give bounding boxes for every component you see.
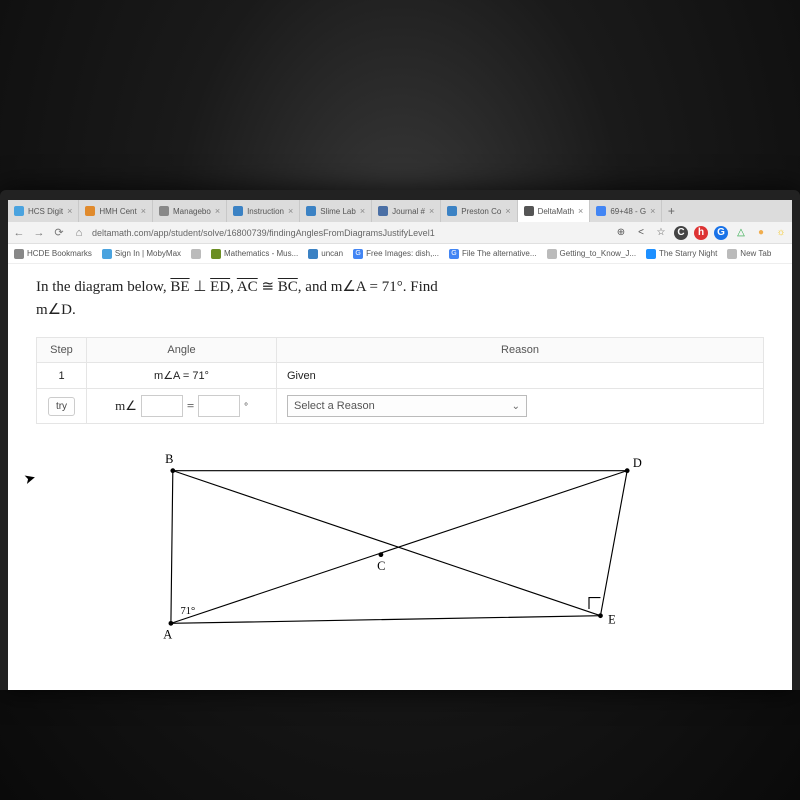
reason-select[interactable]: Select a Reason ⌄ [287, 395, 527, 417]
ext-sun-icon[interactable]: ☼ [774, 226, 788, 240]
close-icon[interactable]: × [429, 206, 434, 216]
tab-label: HMH Cent [99, 207, 136, 216]
browser-tabstrip: HCS Digit × HMH Cent × Managebo × Instructi… [8, 200, 792, 222]
angle-cell: m∠A = 71° [87, 363, 277, 389]
home-icon[interactable]: ⌂ [72, 227, 86, 239]
chevron-down-icon: ⌄ [512, 401, 520, 412]
table-row: 1 m∠A = 71° Given [37, 363, 764, 389]
bookmarks-bar: HCDE Bookmarks Sign In | MobyMax Mathema… [8, 244, 792, 264]
ext-triangle-icon[interactable]: △ [734, 226, 748, 240]
bookmark-file-alt[interactable]: GFile The alternative... [449, 249, 537, 259]
bookmark-uncan[interactable]: uncan [308, 249, 343, 259]
proof-table: Step Angle Reason 1 m∠A = 71° Given try [36, 337, 764, 424]
url-text[interactable]: deltamath.com/app/student/solve/16800739… [92, 228, 608, 238]
bookmark-mobymax[interactable]: Sign In | MobyMax [102, 249, 181, 259]
reload-icon[interactable]: ⟳ [52, 226, 66, 239]
tab-google-calc[interactable]: 69+48 - G × [590, 200, 662, 222]
ext-g-icon[interactable]: G [714, 226, 728, 240]
close-icon[interactable]: × [360, 206, 365, 216]
tab-journal[interactable]: Journal # × [372, 200, 441, 222]
bookmark-hcde[interactable]: HCDE Bookmarks [14, 249, 92, 259]
bookmark-free-images[interactable]: GFree Images: dish,... [353, 249, 439, 259]
bookmark-getting-to-know[interactable]: Getting_to_Know_J... [547, 249, 637, 259]
label-c: C [377, 559, 385, 573]
label-a: A [163, 628, 172, 642]
ext-c-icon[interactable]: C [674, 226, 688, 240]
back-icon[interactable]: ← [12, 227, 26, 239]
tab-label: 69+48 - G [610, 207, 646, 216]
reason-placeholder: Select a Reason [294, 400, 375, 412]
reason-cell: Given [277, 363, 764, 389]
new-tab-button[interactable]: + [662, 204, 680, 218]
ext-dot-icon[interactable]: ● [754, 226, 768, 240]
header-step: Step [37, 338, 87, 363]
tab-slime[interactable]: Slime Lab × [300, 200, 372, 222]
tab-deltamath[interactable]: DeltaMath × [518, 200, 591, 222]
try-button[interactable]: try [48, 397, 75, 416]
search-icon[interactable]: ⊕ [614, 226, 628, 240]
bookmark-blank[interactable] [191, 249, 201, 259]
ext-h-icon[interactable]: h [694, 226, 708, 240]
tab-label: HCS Digit [28, 207, 63, 216]
close-icon[interactable]: × [650, 206, 655, 216]
address-actions: ⊕ < ☆ C h G △ ● ☼ [614, 226, 788, 240]
label-e: E [608, 612, 616, 626]
tab-label: DeltaMath [538, 207, 574, 216]
bookmark-new-tab[interactable]: New Tab [727, 249, 771, 259]
tab-label: Slime Lab [320, 207, 356, 216]
close-icon[interactable]: × [578, 206, 583, 216]
forward-icon[interactable]: → [32, 227, 46, 239]
tab-preston[interactable]: Preston Co × [441, 200, 517, 222]
tab-label: Journal # [392, 207, 425, 216]
share-icon[interactable]: < [634, 226, 648, 240]
tab-hcs[interactable]: HCS Digit × [8, 200, 79, 222]
star-icon[interactable]: ☆ [654, 226, 668, 240]
angle-input-group: m∠ = ° [115, 395, 248, 417]
close-icon[interactable]: × [67, 206, 72, 216]
header-angle: Angle [87, 338, 277, 363]
header-reason: Reason [277, 338, 764, 363]
angle-value-input[interactable] [198, 395, 240, 417]
bookmark-starry-night[interactable]: The Starry Night [646, 249, 717, 259]
tab-instruction[interactable]: Instruction × [227, 200, 300, 222]
tab-managebac[interactable]: Managebo × [153, 200, 227, 222]
close-icon[interactable]: × [215, 206, 220, 216]
geometry-diagram: B D C E A 71° [36, 442, 764, 652]
bookmark-math-mus[interactable]: Mathematics - Mus... [211, 249, 298, 259]
label-b: B [165, 452, 173, 466]
problem-content: In the diagram below, BE ⊥ ED, AC ≅ BC, … [8, 264, 792, 657]
close-icon[interactable]: × [505, 206, 510, 216]
tab-label: Instruction [247, 207, 284, 216]
table-row: try m∠ = ° Select [37, 389, 764, 424]
close-icon[interactable]: × [288, 206, 293, 216]
address-bar: ← → ⟳ ⌂ deltamath.com/app/student/solve/… [8, 222, 792, 244]
question-text: In the diagram below, BE ⊥ ED, AC ≅ BC, … [36, 276, 764, 321]
tab-label: Managebo [173, 207, 211, 216]
label-d: D [633, 456, 642, 470]
step-number: 1 [37, 363, 87, 389]
tab-hmh[interactable]: HMH Cent × [79, 200, 153, 222]
angle-a-label: 71° [180, 606, 195, 617]
tab-label: Preston Co [461, 207, 501, 216]
angle-name-input[interactable] [141, 395, 183, 417]
close-icon[interactable]: × [141, 206, 146, 216]
